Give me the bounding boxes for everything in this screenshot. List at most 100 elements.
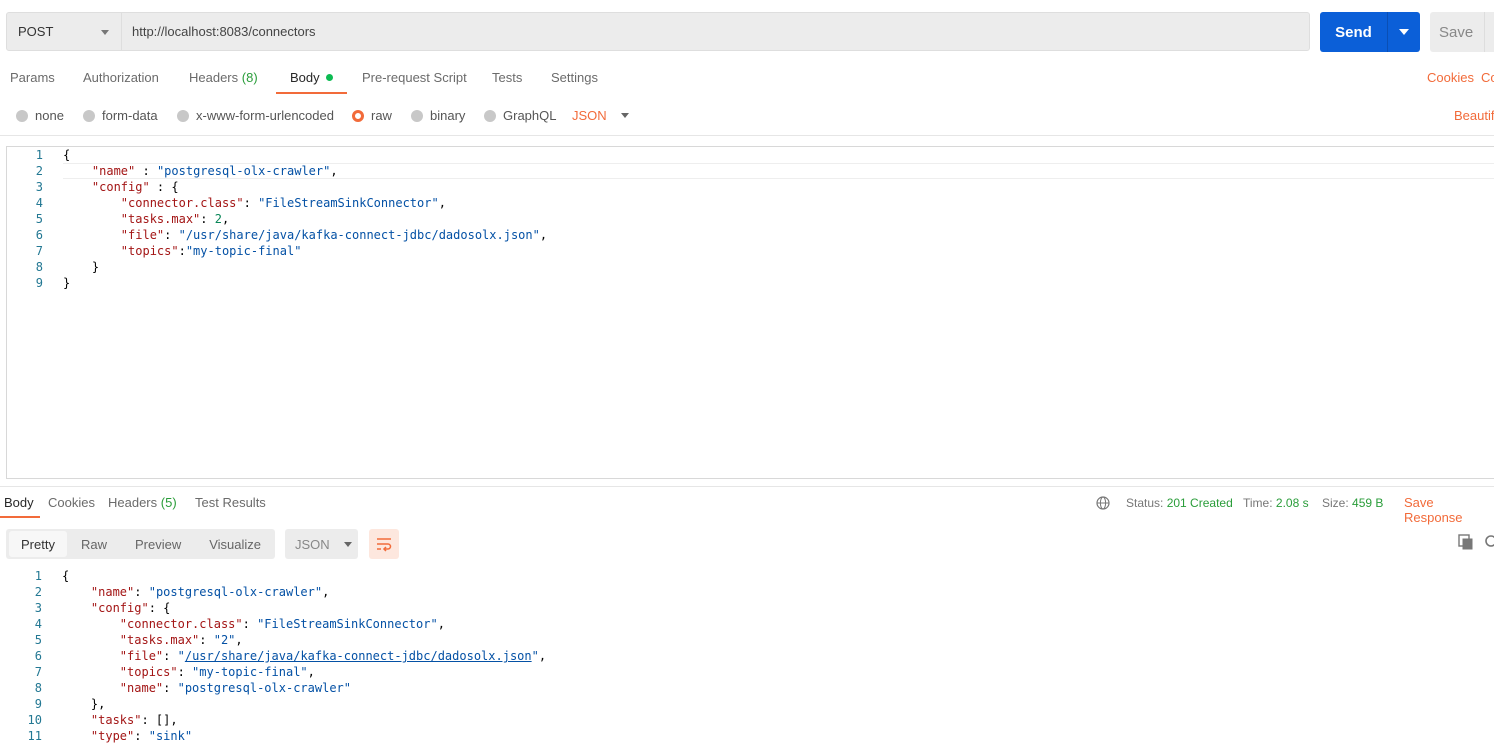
method-label: POST <box>18 24 54 39</box>
response-view-group: Pretty Raw Preview Visualize <box>6 529 275 559</box>
response-code-line: { <box>62 569 70 583</box>
response-body-viewer[interactable]: 1 {2 "name": "postgresql-olx-crawler", 3 "… <box>0 568 1494 749</box>
response-code-line: "topics": "my-topic-final", <box>119 665 315 679</box>
wrap-lines-button[interactable] <box>369 529 399 559</box>
resp-tab-test-results-label: Test Results <box>195 495 266 510</box>
radio-none[interactable]: none <box>16 108 64 123</box>
response-line-number: 8 <box>34 681 42 695</box>
response-code-line: "file": "/usr/share/java/kafka-connect-j… <box>119 649 547 663</box>
radio-circle-icon <box>16 109 28 122</box>
response-format-label: JSON <box>295 536 330 552</box>
response-code-line: }, <box>62 697 106 711</box>
tab-body-label: Body <box>290 70 320 85</box>
tab-body[interactable]: Body <box>290 70 333 85</box>
view-raw-label: Raw <box>80 536 107 552</box>
radio-form-data[interactable]: form-data <box>83 108 158 123</box>
radio-binary-label: binary <box>430 108 466 123</box>
status-value: 201 Created <box>1166 496 1233 510</box>
request-line-number: 3 <box>35 180 43 194</box>
resp-tab-cookies[interactable]: Cookies <box>48 495 95 510</box>
response-code-line: "type": "sink" <box>90 729 193 743</box>
view-pretty-button[interactable]: Pretty <box>9 531 67 557</box>
chevron-down-icon <box>343 541 352 547</box>
save-button[interactable]: Save <box>1430 12 1494 52</box>
save-response-button[interactable]: Save Response <box>1404 495 1494 525</box>
chevron-down-icon <box>1399 29 1409 35</box>
divider <box>0 486 1494 487</box>
response-line-number: 1 <box>34 569 42 583</box>
response-format-select[interactable]: JSON <box>285 529 358 559</box>
radio-binary[interactable]: binary <box>411 108 465 123</box>
tab-prerequest-script[interactable]: Pre-request Script <box>362 70 467 85</box>
resp-tab-headers[interactable]: Headers (5) <box>108 495 177 510</box>
method-select[interactable]: POST <box>6 12 122 51</box>
radio-circle-icon <box>177 109 189 122</box>
tab-params[interactable]: Params <box>10 70 55 85</box>
radio-graphql[interactable]: GraphQL <box>484 108 556 123</box>
response-line-number: 6 <box>34 649 42 663</box>
chevron-down-icon <box>620 113 629 118</box>
globe-icon[interactable] <box>1096 496 1110 510</box>
tab-params-label: Params <box>10 70 55 85</box>
request-body-editor[interactable]: 1{2 "name" : "postgresql-olx-crawler", 3 … <box>6 146 1494 479</box>
request-code-line: { <box>63 148 71 162</box>
request-line-number: 1 <box>35 148 43 162</box>
send-button[interactable]: Send <box>1320 12 1420 52</box>
response-line-number: 7 <box>34 665 42 679</box>
request-line-number: 5 <box>35 212 43 226</box>
language-label: JSON <box>572 108 607 123</box>
response-code-line: "config": { <box>90 601 171 615</box>
radio-raw[interactable]: raw <box>352 108 392 123</box>
view-preview-label: Preview <box>134 536 182 552</box>
request-line-number: 4 <box>35 196 43 210</box>
chevron-down-icon <box>101 30 109 35</box>
url-input[interactable]: http://localhost:8083/connectors <box>121 12 1310 51</box>
save-label: Save <box>1439 23 1474 41</box>
response-line-number: 5 <box>34 633 42 647</box>
request-code-line: "file": "/usr/share/java/kafka-connect-j… <box>120 228 548 242</box>
save-divider <box>1484 12 1485 52</box>
cookies-link[interactable]: Cookies <box>1427 70 1474 85</box>
view-visualize-button[interactable]: Visualize <box>195 529 275 559</box>
radio-urlencoded[interactable]: x-www-form-urlencoded <box>177 108 334 123</box>
response-code-line: "tasks.max": "2", <box>119 633 243 647</box>
size-info: Size: 459 B <box>1322 496 1383 510</box>
code-link[interactable]: Co <box>1481 70 1494 85</box>
beautify-link[interactable]: Beautif <box>1454 108 1494 123</box>
view-raw-button[interactable]: Raw <box>67 529 121 559</box>
radio-circle-icon <box>411 109 423 122</box>
resp-tab-body[interactable]: Body <box>4 495 34 510</box>
tab-settings[interactable]: Settings <box>551 70 598 85</box>
resp-tab-body-label: Body <box>4 495 34 510</box>
send-label: Send <box>1335 23 1372 41</box>
response-code-line: "name": "postgresql-olx-crawler", <box>90 585 330 599</box>
resp-tab-cookies-label: Cookies <box>48 495 95 510</box>
request-code-line: "name" : "postgresql-olx-crawler", <box>91 164 338 178</box>
request-code-line: "topics":"my-topic-final" <box>120 244 302 258</box>
active-tab-indicator <box>276 92 347 94</box>
resp-tab-test-results[interactable]: Test Results <box>195 495 266 510</box>
search-icon[interactable] <box>1484 534 1494 550</box>
send-options-button[interactable] <box>1388 29 1420 35</box>
tab-authorization-label: Authorization <box>83 70 159 85</box>
tab-authorization[interactable]: Authorization <box>83 70 159 85</box>
request-code-line: "config" : { <box>91 180 179 194</box>
radio-urlencoded-label: x-www-form-urlencoded <box>196 108 334 123</box>
view-preview-button[interactable]: Preview <box>121 529 195 559</box>
language-select[interactable]: JSON <box>572 108 629 123</box>
tab-headers-label: Headers <box>189 70 239 85</box>
tab-tests[interactable]: Tests <box>492 70 522 85</box>
resp-tab-headers-label: Headers <box>108 495 158 510</box>
active-tab-indicator <box>0 516 40 518</box>
radio-graphql-label: GraphQL <box>503 108 557 123</box>
status-info: Status: 201 Created <box>1126 496 1233 510</box>
tab-headers[interactable]: Headers (8) <box>189 70 258 85</box>
radio-form-data-label: form-data <box>102 108 158 123</box>
url-value: http://localhost:8083/connectors <box>132 24 316 39</box>
response-code-line: "tasks": [], <box>90 713 178 727</box>
time-value: 2.08 s <box>1275 496 1309 510</box>
request-code-line: } <box>63 260 100 274</box>
copy-icon[interactable] <box>1458 534 1474 550</box>
tab-tests-label: Tests <box>492 70 523 85</box>
response-line-number: 2 <box>34 585 42 599</box>
